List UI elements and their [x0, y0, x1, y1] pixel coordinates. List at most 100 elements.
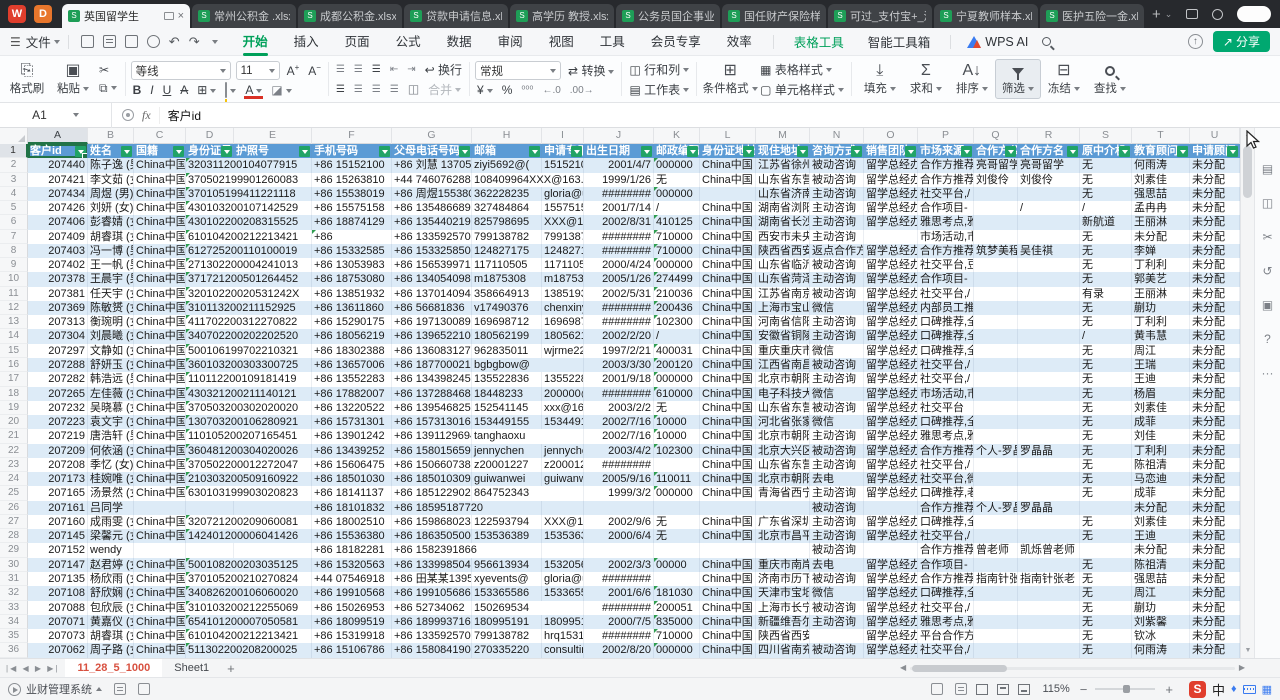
cell-F7[interactable]: +86 [312, 230, 392, 244]
cell-M6[interactable]: 湖南省长沙 [756, 215, 810, 229]
row-header-24[interactable]: 24 [0, 472, 28, 486]
cell-Q28[interactable] [974, 529, 1018, 543]
cell-K18[interactable]: 610000 [654, 387, 700, 401]
document-tab[interactable]: S成都公积金.xlsx [298, 4, 402, 28]
cell-P15[interactable]: 口碑推荐,全 [918, 344, 974, 358]
cell-C9[interactable]: China中国 [134, 258, 186, 272]
cell-M13[interactable]: 河南省信阳 [756, 315, 810, 329]
menu-页面[interactable]: 页面 [332, 28, 383, 56]
cell-S22[interactable]: 无 [1080, 444, 1132, 458]
cell-M17[interactable]: 北京市朝阳 [756, 372, 810, 386]
cell-G35[interactable]: +86 1335925706 [392, 629, 472, 643]
cell-F6[interactable]: +86 18874129 [312, 215, 392, 229]
cell-D21[interactable]: 110105200207165451 [186, 429, 234, 443]
cell-D10[interactable]: 371721200501264452 [186, 272, 234, 286]
scroll-down-icon[interactable]: ▼ [1241, 644, 1255, 658]
cell-U26[interactable]: 未分配 [1190, 501, 1240, 515]
cell-S19[interactable]: 无 [1080, 401, 1132, 415]
cell-T14[interactable]: 黄韦慧 [1132, 329, 1190, 343]
cell-I8[interactable]: 124827175 [542, 244, 584, 258]
cell-O31[interactable]: 留学总经办 [864, 572, 918, 586]
filter-dropdown-icon[interactable] [797, 146, 808, 157]
decrease-decimal-icon[interactable]: .00→ [568, 85, 596, 96]
cell-P32[interactable]: 口碑推荐,全 [918, 586, 974, 600]
cell-L35[interactable]: China中国 [700, 629, 756, 643]
cell-M22[interactable]: 北京大兴区 [756, 444, 810, 458]
cell-O22[interactable]: 留学总经办 [864, 444, 918, 458]
cell-H9[interactable]: 117110505 [472, 258, 542, 272]
cell-O21[interactable]: 留学总经办 [864, 429, 918, 443]
fx-icon[interactable]: fx [142, 108, 151, 123]
account-pill[interactable] [1237, 6, 1271, 22]
cell-R21[interactable] [1018, 429, 1080, 443]
cell-P33[interactable]: 社交平台,/ [918, 601, 974, 615]
cell-C3[interactable]: China中国 [134, 173, 186, 187]
cell-S6[interactable]: 新航道 [1080, 215, 1132, 229]
zoom-out-button[interactable]: − [1080, 682, 1088, 697]
horizontal-scroll-thumb[interactable] [912, 665, 1007, 672]
filter-dropdown-icon[interactable] [743, 146, 754, 157]
cell-B16[interactable]: 舒妍玉 (女 [88, 358, 134, 372]
header-cell-N[interactable]: 咨询方式 [810, 144, 864, 158]
sidebar-refresh-icon[interactable]: ↺ [1262, 264, 1272, 278]
cell-Q5[interactable] [974, 201, 1018, 215]
cell-F21[interactable]: +86 13901242 [312, 429, 392, 443]
select-all-corner[interactable] [0, 128, 28, 144]
cell-R34[interactable] [1018, 615, 1080, 629]
cell-N32[interactable]: 微信 [810, 586, 864, 600]
cell-N16[interactable]: 被动咨询 [810, 358, 864, 372]
cell-L25[interactable]: China中国 [700, 486, 756, 500]
cell-H35[interactable]: 799138782 [472, 629, 542, 643]
cell-Q25[interactable] [974, 486, 1018, 500]
ime-language-toggle[interactable]: 中 [1212, 680, 1225, 699]
menu-效率[interactable]: 效率 [714, 28, 765, 56]
cell-R25[interactable] [1018, 486, 1080, 500]
cell-I36[interactable]: consulting [542, 643, 584, 657]
cell-T36[interactable]: 何雨涛 [1132, 643, 1190, 657]
cell-G10[interactable]: +86 1340540988 [392, 272, 472, 286]
cell-F9[interactable]: +86 13053983 [312, 258, 392, 272]
cell-M34[interactable]: 新疆维吾尔 [756, 615, 810, 629]
document-tab[interactable]: S英国留学生× [62, 4, 190, 28]
cell-G13[interactable]: +86 1971300890 [392, 315, 472, 329]
docer-logo-icon[interactable]: D [34, 5, 52, 23]
cell-I34[interactable]: 180995191 [542, 615, 584, 629]
cell-H32[interactable]: 153365586 [472, 586, 542, 600]
cell-G6[interactable]: +86 1354402198 [392, 215, 472, 229]
cell-K27[interactable]: 无 [654, 515, 700, 529]
cell-N20[interactable]: 微信 [810, 415, 864, 429]
header-cell-Q[interactable]: 合作方公 [974, 144, 1018, 158]
cell-O27[interactable]: 留学总经办 [864, 515, 918, 529]
row-header-13[interactable]: 13 [0, 315, 28, 329]
document-tab[interactable]: S医护五险一金.xlsx [1040, 4, 1144, 28]
cell-T16[interactable]: 王瑞 [1132, 358, 1190, 372]
cell-U17[interactable]: 未分配 [1190, 372, 1240, 386]
column-letter-J[interactable]: J [584, 128, 654, 144]
cell-F8[interactable]: +86 15332585 [312, 244, 392, 258]
cell-R4[interactable] [1018, 187, 1080, 201]
quick-access-caret-icon[interactable] [212, 40, 218, 44]
cell-I12[interactable]: chenxinyur [542, 301, 584, 315]
menu-插入[interactable]: 插入 [281, 28, 332, 56]
row-header-5[interactable]: 5 [0, 201, 28, 215]
cell-B17[interactable]: 韩浩远 (男 [88, 372, 134, 386]
cell-O30[interactable]: 留学总经办 [864, 558, 918, 572]
cell-U24[interactable]: 未分配 [1190, 472, 1240, 486]
cell-U9[interactable]: 未分配 [1190, 258, 1240, 272]
horizontal-scrollbar[interactable]: ◀ ▶ [900, 665, 1245, 672]
document-tab[interactable]: S公务员国企事业单 [616, 4, 720, 28]
cell-J5[interactable]: 2001/7/14 [584, 201, 654, 215]
upload-icon[interactable]: ↑ [1188, 34, 1203, 49]
macro-record-icon[interactable] [931, 683, 943, 695]
cell-B7[interactable]: 胡睿琪 (女 [88, 230, 134, 244]
menu-数据[interactable]: 数据 [434, 28, 485, 56]
cell-C32[interactable]: China中国 [134, 586, 186, 600]
cell-Q3[interactable]: 刘俊伶 [974, 173, 1018, 187]
cell-K29[interactable] [654, 543, 700, 557]
cell-N23[interactable]: 主动咨询 [810, 458, 864, 472]
cell-F10[interactable]: +86 18753080 [312, 272, 392, 286]
cell-B2[interactable]: 陈子逸 (男 [88, 158, 134, 172]
preview-icon[interactable] [147, 35, 160, 48]
cell-L32[interactable]: China中国 [700, 586, 756, 600]
cell-I23[interactable]: z20001227 [542, 458, 584, 472]
